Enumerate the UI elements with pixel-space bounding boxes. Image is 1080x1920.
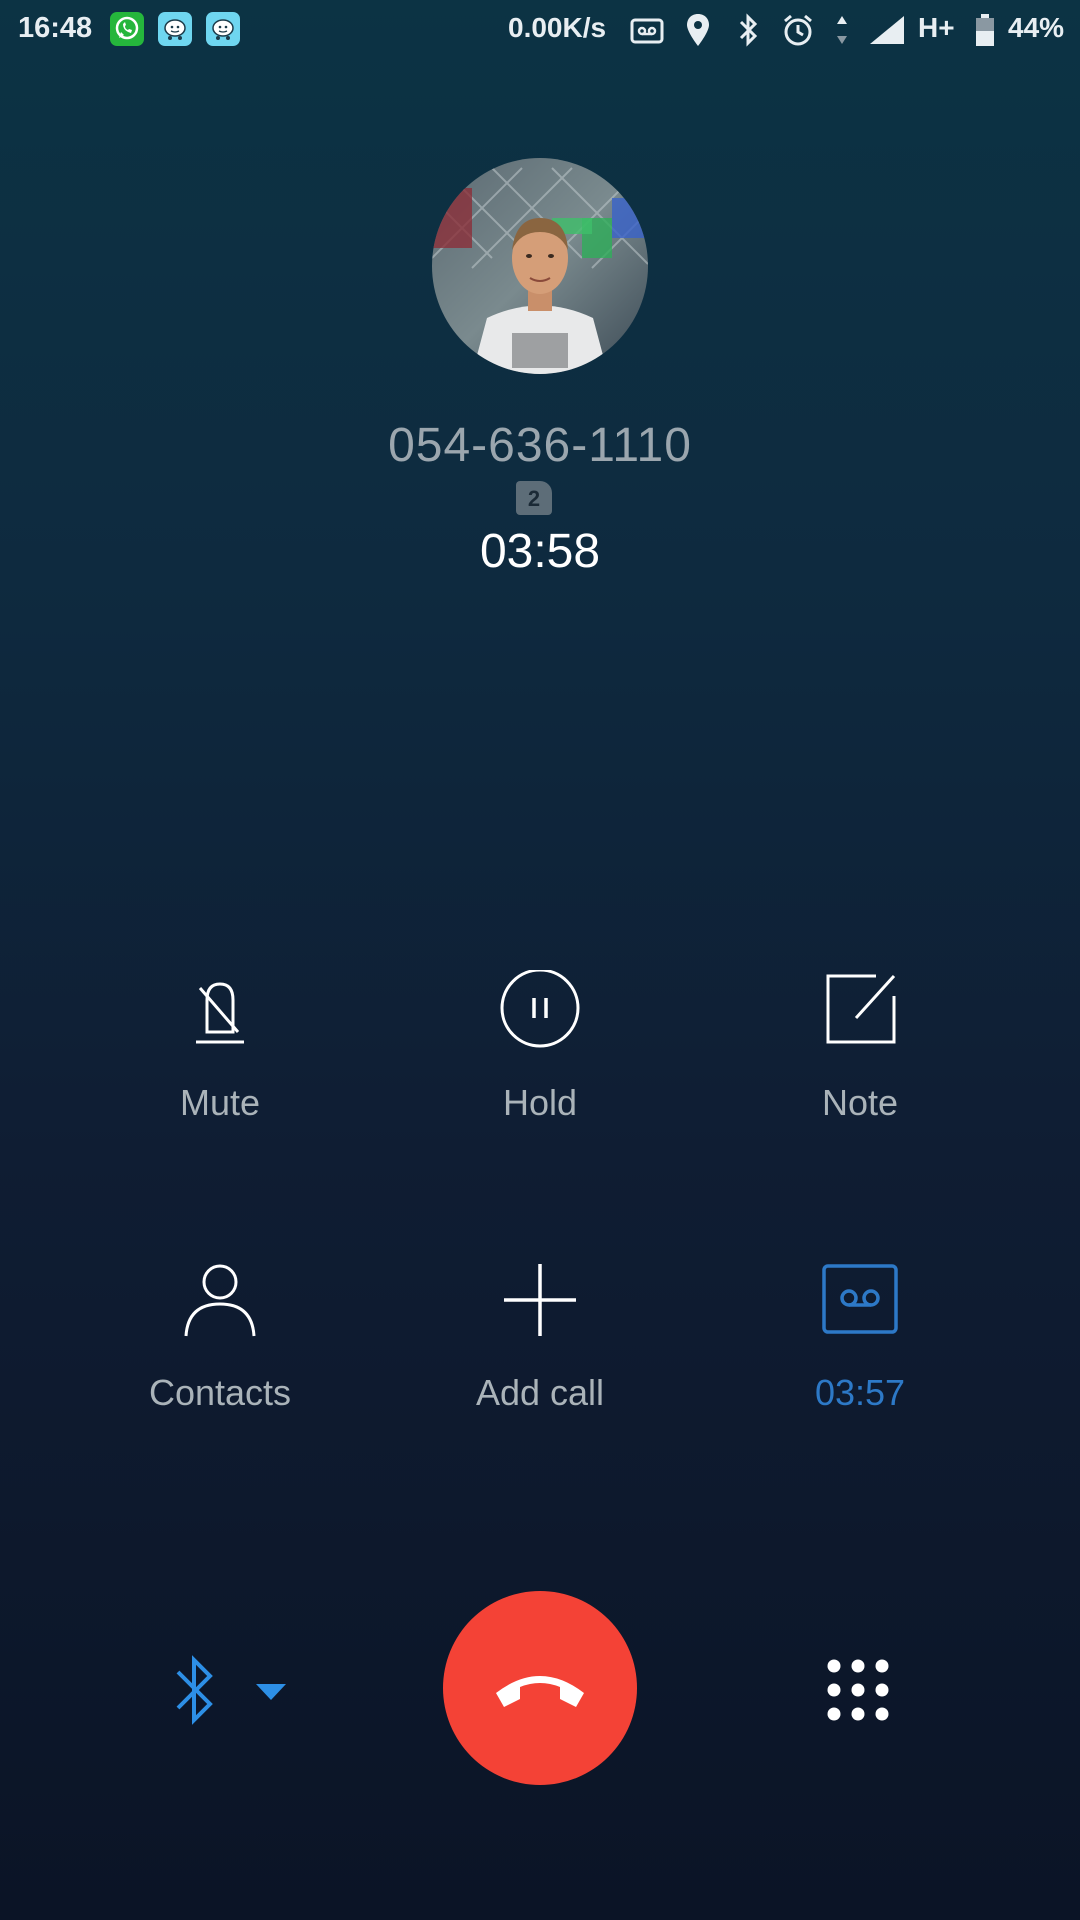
whatsapp-icon — [110, 12, 144, 46]
battery-icon — [976, 14, 994, 46]
add-call-button[interactable]: Add call — [420, 1260, 660, 1440]
network-type: H+ — [918, 12, 955, 43]
end-call-button[interactable] — [443, 1591, 637, 1785]
bluetooth-icon — [739, 13, 758, 47]
plus-icon — [504, 1264, 576, 1336]
contacts-button[interactable]: Contacts — [100, 1260, 340, 1440]
note-button[interactable]: Note — [740, 970, 980, 1150]
record-button[interactable]: 03:57 — [740, 1260, 980, 1440]
waze-icon — [158, 12, 192, 46]
status-time: 16:48 — [18, 12, 93, 44]
waze-icon — [206, 12, 240, 46]
bluetooth-icon — [176, 1655, 286, 1725]
sim-slot-badge: 2 — [516, 481, 552, 515]
pause-icon — [500, 970, 580, 1048]
caller-number: 054-636-1110 — [388, 419, 692, 472]
caller-avatar — [432, 158, 648, 374]
mute-button[interactable]: Mute — [100, 970, 340, 1150]
recording-time: 03:57 — [814, 1372, 906, 1413]
note-label: Note — [821, 1082, 899, 1123]
hold-button[interactable]: Hold — [420, 970, 660, 1150]
battery-percent: 44% — [1008, 12, 1065, 43]
net-speed: 0.00K/s — [508, 12, 607, 43]
signal-icon — [870, 16, 904, 44]
audio-route-button[interactable] — [170, 1650, 300, 1730]
call-duration: 03:58 — [479, 525, 601, 578]
contact-person-icon — [184, 1264, 256, 1337]
mute-icon — [196, 982, 244, 1044]
add-call-label: Add call — [475, 1372, 605, 1413]
hold-label: Hold — [502, 1082, 578, 1123]
dialpad-button[interactable] — [826, 1658, 890, 1722]
voicemail-icon — [630, 18, 664, 44]
location-icon — [687, 14, 709, 46]
recording-icon — [822, 1264, 898, 1334]
mute-label: Mute — [179, 1082, 261, 1123]
note-edit-icon — [826, 974, 896, 1044]
alarm-icon — [784, 14, 812, 46]
dialpad-icon — [827, 1659, 889, 1721]
end-call-icon — [496, 1676, 584, 1707]
contacts-label: Contacts — [148, 1372, 292, 1413]
status-bar: 16:48 0.00K/s H+ 44% — [0, 0, 1080, 60]
data-arrows-icon — [837, 16, 847, 44]
